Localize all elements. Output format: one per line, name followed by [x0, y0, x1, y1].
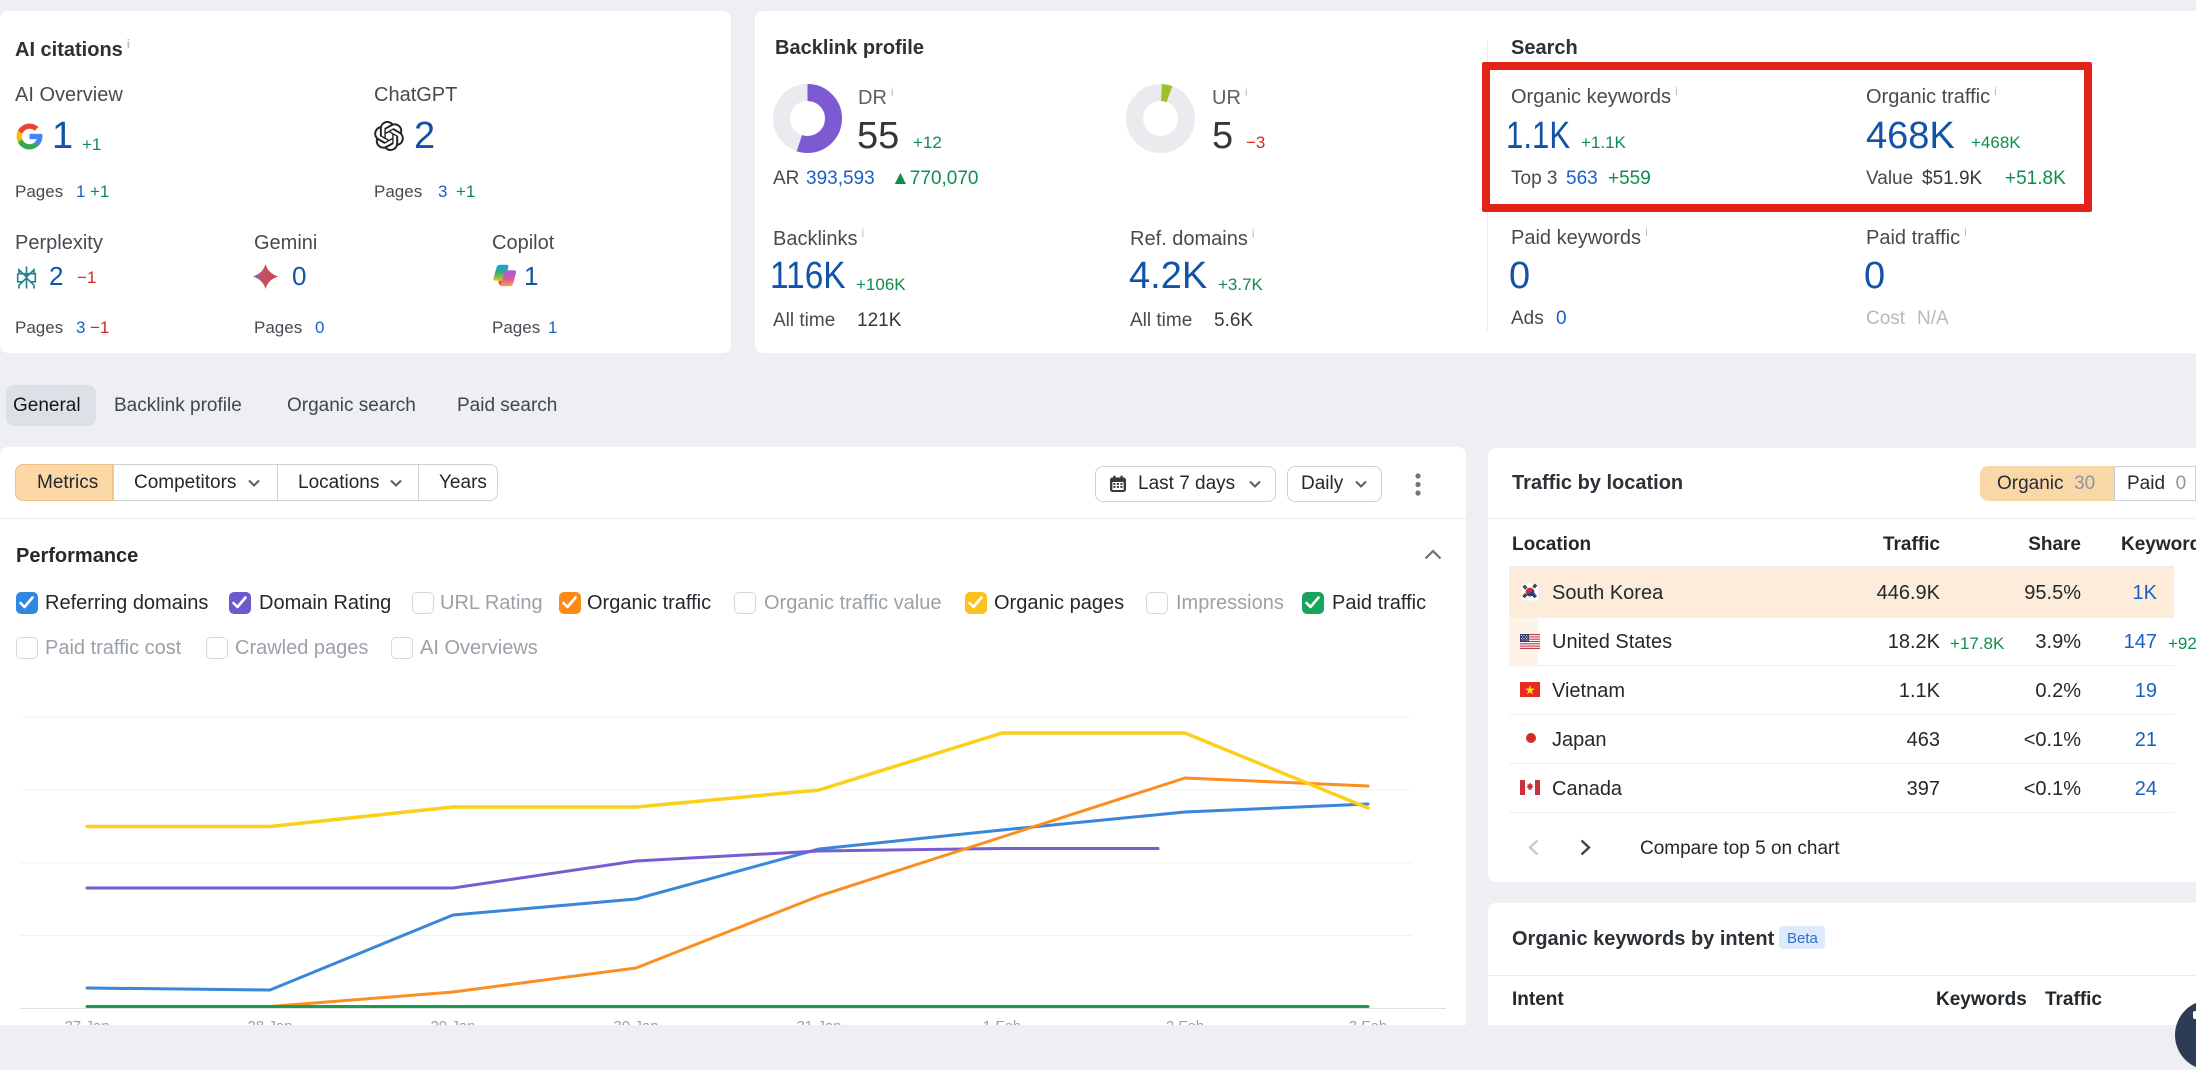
svg-text:27 Jan: 27 Jan: [64, 1018, 109, 1025]
svg-text:29 Jan: 29 Jan: [430, 1018, 475, 1025]
svg-text:28 Jan: 28 Jan: [247, 1018, 292, 1025]
svg-text:31 Jan: 31 Jan: [796, 1018, 841, 1025]
svg-text:30 Jan: 30 Jan: [613, 1018, 658, 1025]
svg-text:2 Feb: 2 Feb: [1166, 1018, 1204, 1025]
svg-text:3 Feb: 3 Feb: [1349, 1018, 1387, 1025]
svg-text:1 Feb: 1 Feb: [983, 1018, 1021, 1025]
